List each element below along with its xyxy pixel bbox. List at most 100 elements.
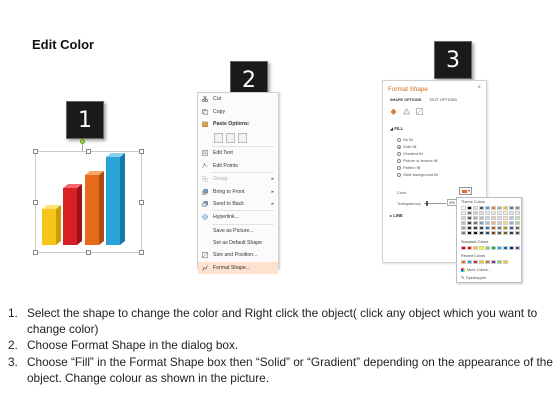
standard-color-swatch[interactable] [491, 246, 496, 250]
theme-color-swatch[interactable] [503, 226, 508, 230]
menu-item-set-default-shape[interactable]: Set as Default Shape [198, 237, 278, 249]
eyedropper-link[interactable]: ✎ Eyedropper [461, 275, 486, 280]
theme-color-swatch[interactable] [515, 221, 520, 225]
theme-color-swatch[interactable] [485, 206, 490, 210]
standard-color-swatch[interactable] [497, 246, 502, 250]
menu-item-edit-text[interactable]: Edit Text [198, 147, 278, 159]
fill-option-picture-texture[interactable]: Picture or texture fill [397, 158, 437, 163]
radio-button[interactable] [397, 158, 401, 163]
theme-color-swatch[interactable] [461, 221, 466, 225]
standard-color-swatch[interactable] [461, 246, 466, 250]
menu-item-format-shape[interactable]: Format Shape... [198, 261, 278, 275]
theme-color-swatch[interactable] [491, 231, 496, 235]
theme-color-swatch[interactable] [473, 231, 478, 235]
theme-color-swatch[interactable] [461, 231, 466, 235]
radio-button[interactable] [397, 165, 401, 170]
menu-item-group[interactable]: Group ▸ [198, 173, 278, 185]
menu-item-edit-points[interactable]: Edit Points [198, 160, 278, 172]
theme-color-swatch[interactable] [479, 216, 484, 220]
effects-icon[interactable] [403, 107, 410, 115]
standard-color-swatch[interactable] [479, 246, 484, 250]
theme-color-swatch[interactable] [473, 211, 478, 215]
theme-color-swatch[interactable] [515, 211, 520, 215]
fill-section-header[interactable]: ◢ FILL [390, 126, 403, 131]
theme-color-swatch[interactable] [461, 206, 466, 210]
fill-option-gradient-fill[interactable]: Gradient fill [397, 151, 423, 156]
theme-color-swatch[interactable] [485, 211, 490, 215]
fill-option-slide-background[interactable]: Slide background fill [397, 172, 438, 177]
paste-text-only-icon[interactable] [238, 133, 247, 144]
standard-color-swatch[interactable] [509, 246, 514, 250]
close-icon[interactable]: × [477, 85, 481, 91]
theme-color-swatch[interactable] [479, 206, 484, 210]
theme-color-swatch[interactable] [497, 231, 502, 235]
theme-color-swatch[interactable] [461, 211, 466, 215]
recent-color-swatch[interactable] [491, 260, 496, 264]
standard-color-swatch[interactable] [515, 246, 520, 250]
theme-color-swatch[interactable] [467, 221, 472, 225]
theme-color-swatch[interactable] [509, 221, 514, 225]
theme-color-swatch[interactable] [497, 221, 502, 225]
theme-color-swatch[interactable] [509, 216, 514, 220]
theme-color-swatch[interactable] [503, 231, 508, 235]
menu-item-copy[interactable]: Copy [198, 105, 278, 117]
transparency-slider-thumb[interactable] [426, 201, 428, 206]
theme-color-swatch[interactable] [497, 211, 502, 215]
recent-color-swatch[interactable] [461, 260, 466, 264]
theme-color-swatch[interactable] [479, 231, 484, 235]
standard-color-swatch[interactable] [473, 246, 478, 250]
radio-button[interactable] [397, 172, 401, 177]
theme-color-swatch[interactable] [479, 221, 484, 225]
theme-color-swatch[interactable] [467, 226, 472, 230]
theme-color-swatch[interactable] [473, 216, 478, 220]
theme-color-swatch[interactable] [509, 206, 514, 210]
standard-color-swatch[interactable] [485, 246, 490, 250]
menu-item-size-position[interactable]: Size and Position... [198, 249, 278, 261]
more-colors-link[interactable]: More Colors... [461, 268, 491, 272]
theme-color-swatch[interactable] [503, 216, 508, 220]
menu-item-cut[interactable]: Cut [198, 93, 278, 105]
theme-color-swatch[interactable] [515, 231, 520, 235]
theme-color-swatch[interactable] [515, 226, 520, 230]
menu-item-save-as-picture[interactable]: Save as Picture... [198, 225, 278, 237]
theme-color-swatch[interactable] [479, 226, 484, 230]
theme-color-swatch[interactable] [503, 211, 508, 215]
theme-color-swatch[interactable] [467, 211, 472, 215]
fill-option-pattern-fill[interactable]: Pattern fill [397, 165, 420, 170]
standard-color-swatch[interactable] [503, 246, 508, 250]
theme-color-swatch[interactable] [515, 206, 520, 210]
radio-button[interactable] [397, 151, 401, 156]
recent-color-swatch[interactable] [485, 260, 490, 264]
theme-color-swatch[interactable] [491, 211, 496, 215]
theme-color-swatch[interactable] [467, 206, 472, 210]
theme-color-swatch[interactable] [503, 221, 508, 225]
theme-color-swatch[interactable] [497, 216, 502, 220]
line-section-header[interactable]: ▸ LINE [390, 213, 403, 218]
theme-color-swatch[interactable] [467, 216, 472, 220]
theme-color-swatch[interactable] [479, 211, 484, 215]
recent-color-swatch[interactable] [497, 260, 502, 264]
theme-color-swatch[interactable] [491, 226, 496, 230]
size-properties-icon[interactable] [416, 108, 423, 115]
recent-color-swatch[interactable] [473, 260, 478, 264]
theme-color-swatch[interactable] [497, 206, 502, 210]
recent-color-swatch[interactable] [467, 260, 472, 264]
tab-shape-options[interactable]: SHAPE OPTIONS [390, 98, 421, 102]
theme-color-swatch[interactable] [491, 206, 496, 210]
theme-color-swatch[interactable] [473, 226, 478, 230]
fill-color-button[interactable]: ▾ [459, 187, 472, 195]
recent-color-swatch[interactable] [503, 260, 508, 264]
theme-color-swatch[interactable] [509, 231, 514, 235]
paste-picture-icon[interactable] [226, 133, 235, 144]
recent-color-swatch[interactable] [479, 260, 484, 264]
paste-keep-source-icon[interactable] [214, 133, 223, 144]
theme-color-swatch[interactable] [473, 221, 478, 225]
menu-item-send-to-back[interactable]: Send to Back ▸ [198, 198, 278, 210]
fill-line-icon[interactable] [390, 108, 397, 115]
theme-color-swatch[interactable] [467, 231, 472, 235]
menu-item-hyperlink[interactable]: Hyperlink... [198, 211, 278, 223]
theme-color-swatch[interactable] [515, 216, 520, 220]
theme-color-swatch[interactable] [491, 216, 496, 220]
standard-color-swatch[interactable] [467, 246, 472, 250]
menu-item-bring-to-front[interactable]: Bring to Front ▸ [198, 185, 278, 197]
